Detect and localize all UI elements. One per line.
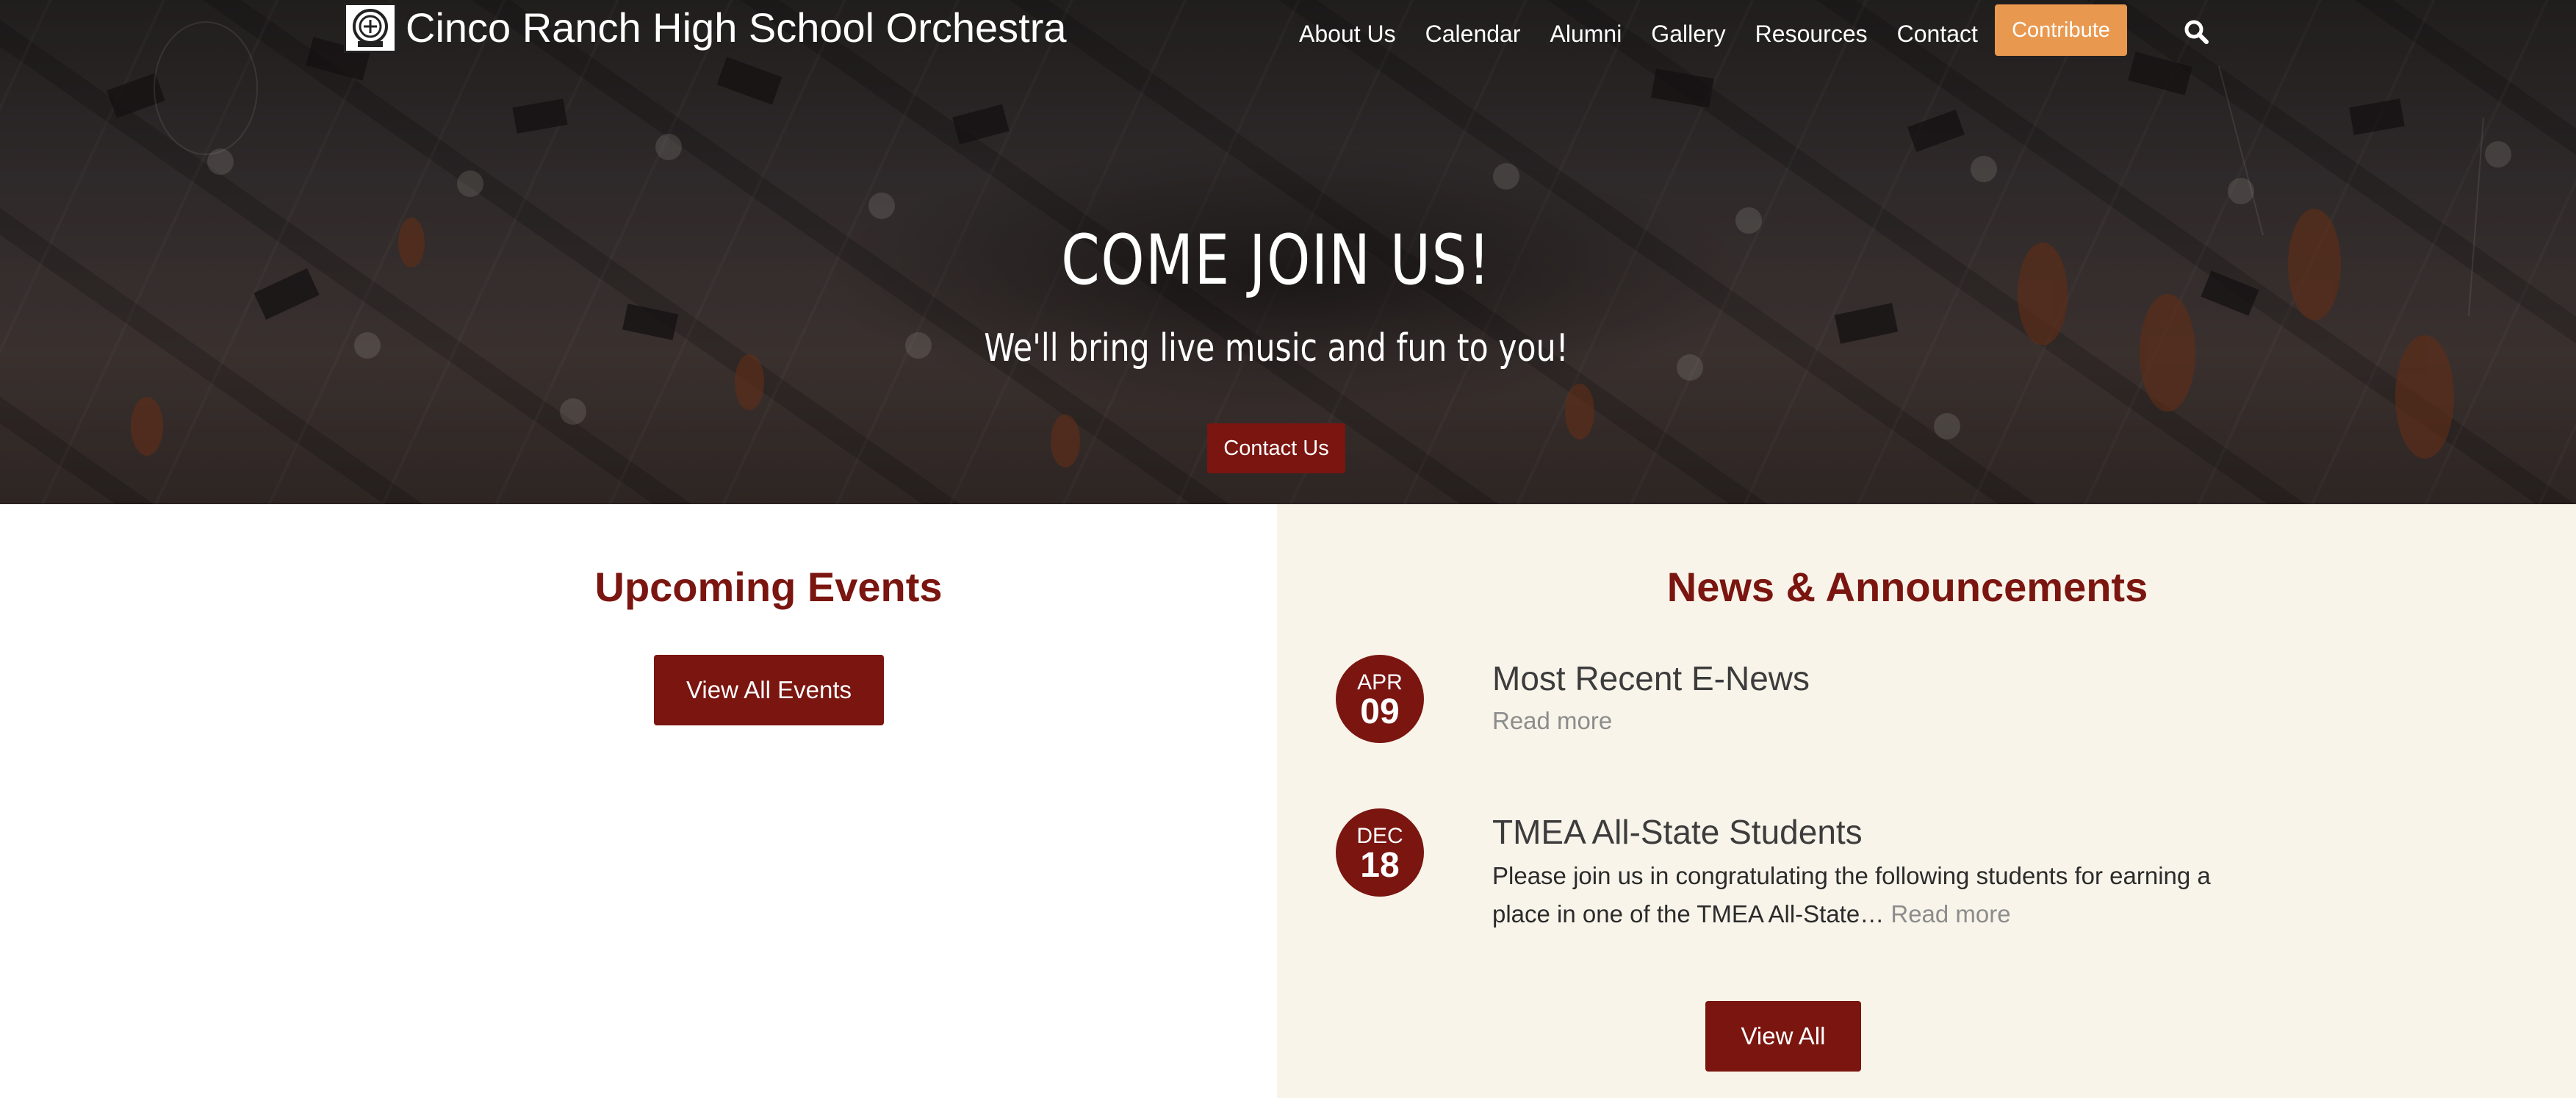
nav-item-resources[interactable]: Resources: [1755, 18, 1868, 50]
nav-item-contact[interactable]: Contact: [1897, 18, 1978, 50]
news-body: Most Recent E-News Read more: [1492, 655, 2227, 740]
nav-item-calendar[interactable]: Calendar: [1425, 18, 1521, 50]
upcoming-events-section: Upcoming Events View All Events: [0, 504, 1277, 1098]
read-more-link[interactable]: Read more: [1890, 900, 2010, 927]
contribute-button[interactable]: Contribute: [1995, 4, 2127, 56]
news-title[interactable]: Most Recent E-News: [1492, 655, 2227, 702]
date-badge: DEC 18: [1336, 808, 1424, 897]
hero-subtitle: We'll bring live music and fun to you!: [984, 326, 1569, 370]
news-heading: News & Announcements: [1666, 564, 2148, 610]
news-excerpt: Please join us in congratulating the fol…: [1492, 857, 2227, 933]
news-body: TMEA All-State Students Please join us i…: [1492, 808, 2227, 933]
nav-item-about-us[interactable]: About Us: [1299, 18, 1396, 50]
contact-us-button[interactable]: Contact Us: [1207, 423, 1345, 473]
nav-item-gallery[interactable]: Gallery: [1651, 18, 1725, 50]
news-excerpt-text: Please join us in congratulating the fol…: [1492, 862, 2211, 927]
news-title[interactable]: TMEA All-State Students: [1492, 808, 2227, 855]
view-all-events-button[interactable]: View All Events: [654, 655, 884, 725]
site-brand[interactable]: Cinco Ranch High School Orchestra: [344, 3, 1067, 53]
view-all-news-button[interactable]: View All: [1705, 1001, 1861, 1072]
date-day: 18: [1360, 846, 1400, 885]
search-icon[interactable]: [2184, 19, 2209, 44]
hero-title: COME JOIN US!: [1061, 220, 1492, 301]
nav-item-alumni[interactable]: Alumni: [1550, 18, 1622, 50]
date-badge: APR 09: [1336, 655, 1424, 743]
read-more-link[interactable]: Read more: [1492, 702, 2227, 740]
hero-banner: Cinco Ranch High School Orchestra About …: [0, 0, 2576, 504]
date-day: 09: [1360, 692, 1400, 731]
school-logo-icon: [344, 3, 397, 53]
date-month: APR: [1357, 670, 1403, 695]
main-nav: About Us Calendar Alumni Gallery Resourc…: [1299, 18, 2007, 50]
top-navigation: Cinco Ranch High School Orchestra About …: [0, 0, 2576, 59]
news-section: News & Announcements APR 09 Most Recent …: [1277, 504, 2576, 1098]
date-month: DEC: [1356, 824, 1403, 848]
site-title: Cinco Ranch High School Orchestra: [406, 4, 1067, 51]
